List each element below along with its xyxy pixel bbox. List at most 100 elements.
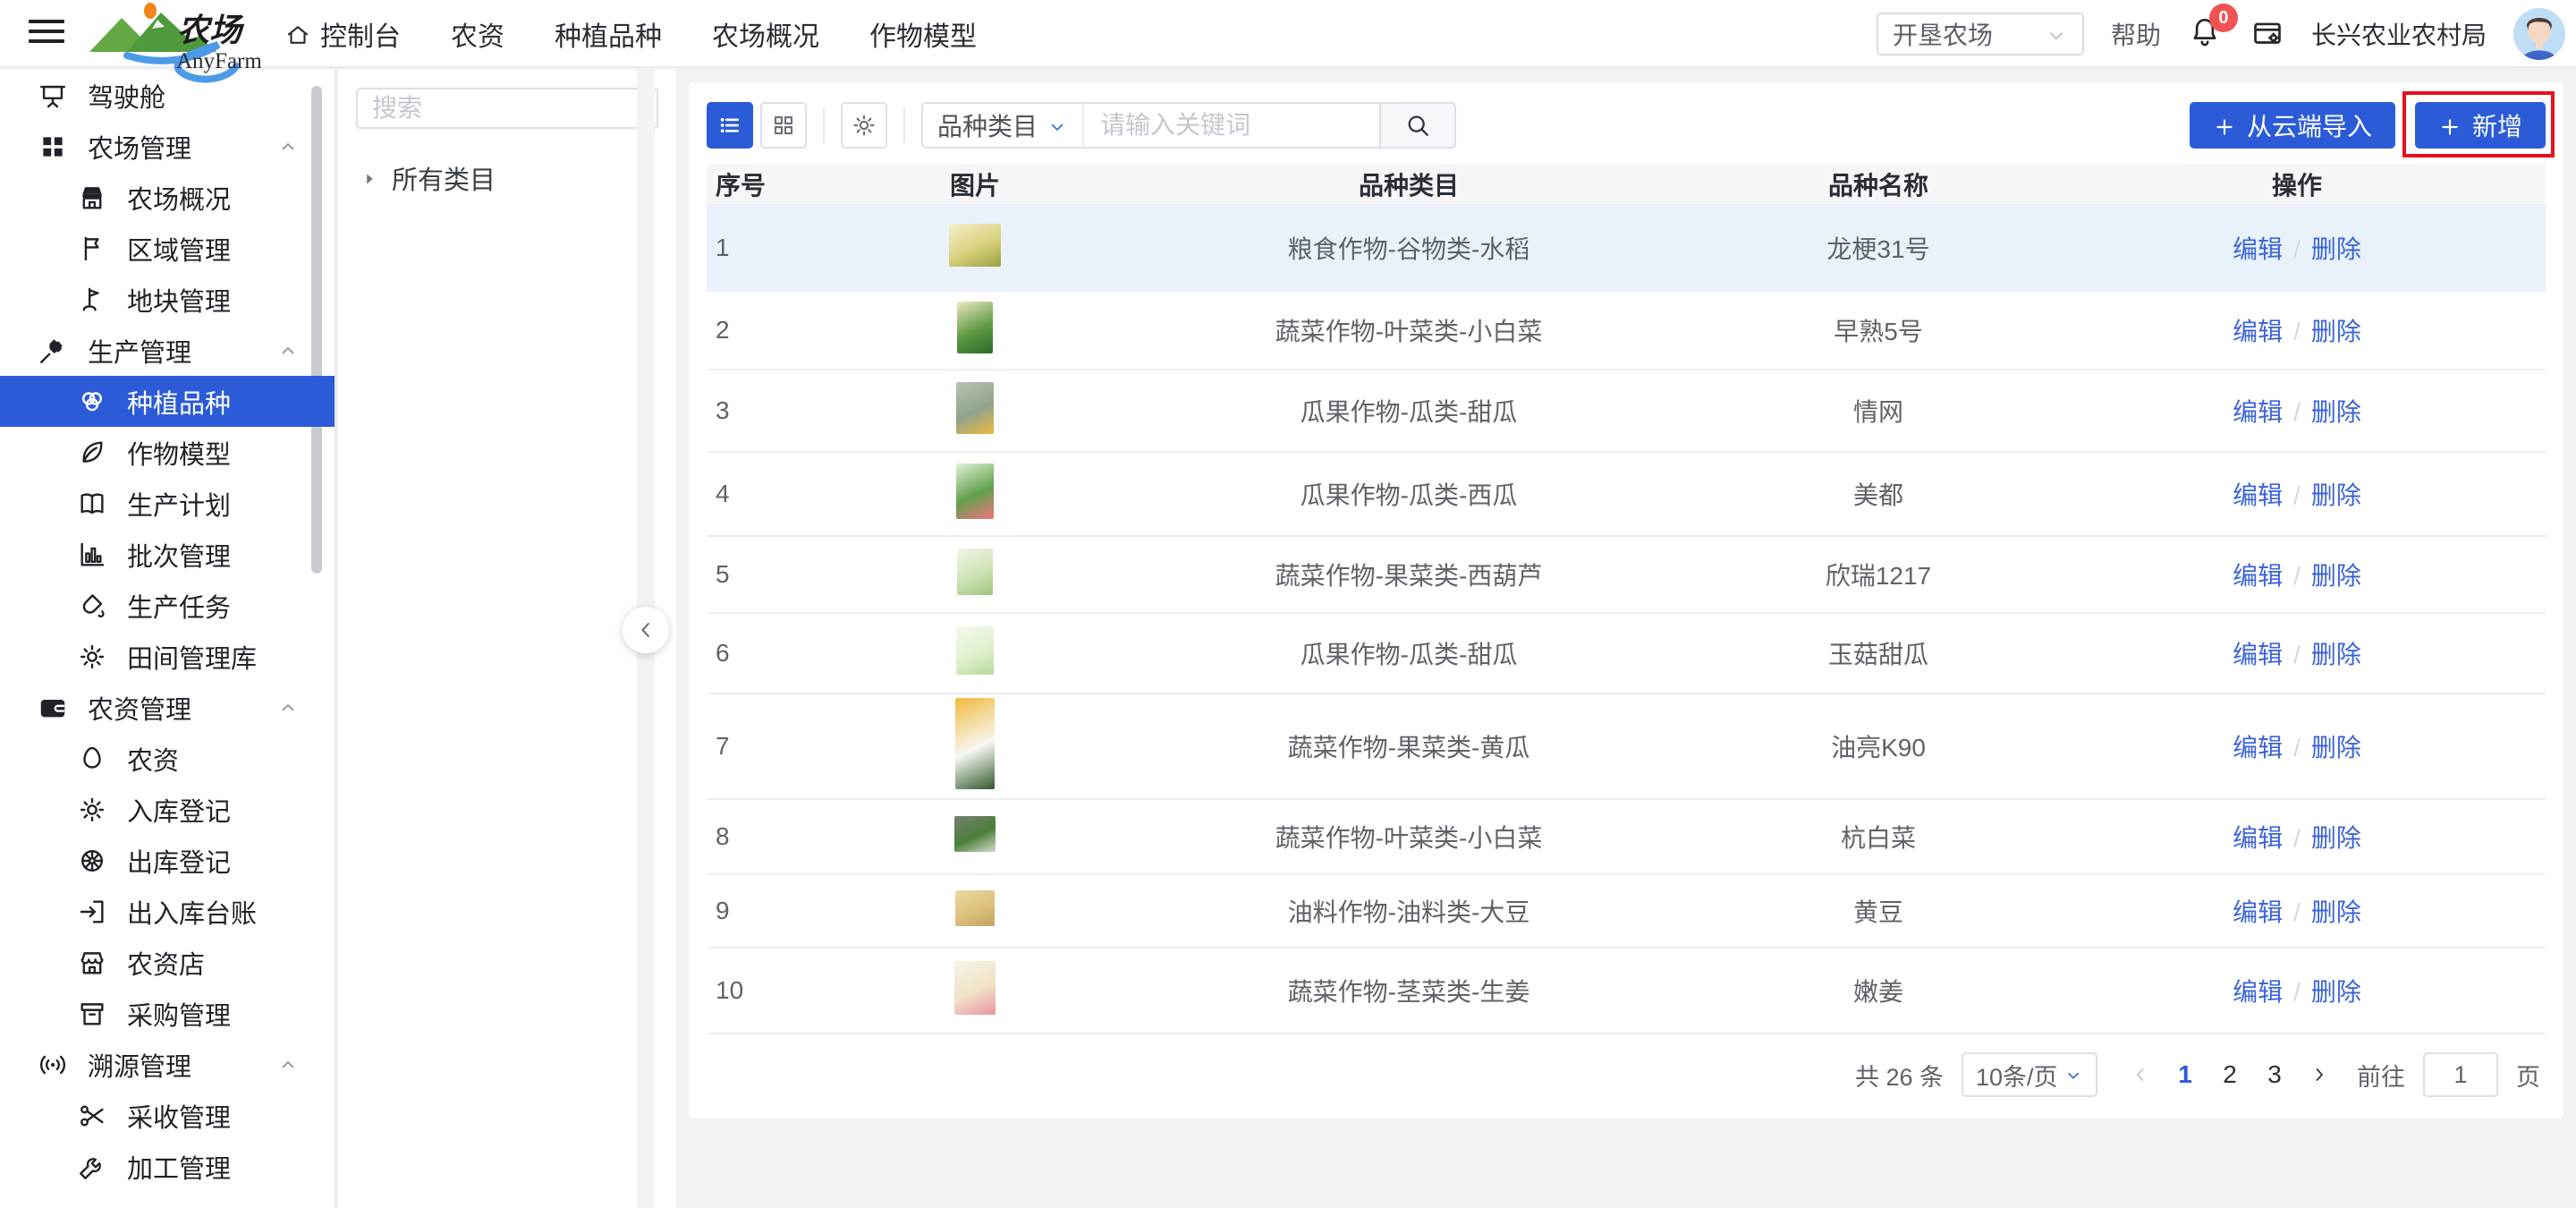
bokchoy-dark-photo[interactable] bbox=[954, 816, 996, 852]
tree-node-all-categories[interactable]: 所有类目 bbox=[338, 159, 676, 197]
nav-item-2[interactable]: 农资 bbox=[451, 14, 504, 54]
chart-icon bbox=[77, 539, 107, 569]
cell-image bbox=[841, 698, 1109, 795]
sidebar-item-outbound-reg[interactable]: 出库登记 bbox=[0, 835, 335, 886]
sidebar-item-production-task[interactable]: 生产任务 bbox=[0, 580, 335, 631]
delete-link[interactable]: 删除 bbox=[2311, 481, 2361, 509]
nav-item-4[interactable]: 农场概况 bbox=[712, 14, 819, 54]
shop-icon bbox=[77, 947, 107, 977]
next-page-button[interactable] bbox=[2300, 1054, 2339, 1095]
muskmelon-photo[interactable] bbox=[956, 382, 994, 434]
delete-link[interactable]: 删除 bbox=[2311, 562, 2361, 590]
sidebar-item-agri-store[interactable]: 农资店 bbox=[0, 937, 335, 988]
goto-page-input[interactable] bbox=[2423, 1052, 2498, 1097]
farm-select-dropdown[interactable]: 开垦农场 bbox=[1877, 13, 2084, 55]
cell-category: 蔬菜作物-果菜类-黄瓜 bbox=[1109, 728, 1708, 764]
sidebar-item-agri-input[interactable]: 农资 bbox=[0, 733, 335, 784]
watermelon-photo[interactable] bbox=[956, 464, 994, 519]
import-from-cloud-button[interactable]: 从云端导入 bbox=[2190, 102, 2395, 149]
cell-image bbox=[841, 549, 1109, 601]
cell-actions: 编辑/删除 bbox=[2048, 312, 2546, 348]
nav-item-1[interactable]: 控制台 bbox=[284, 14, 401, 54]
sidebar-item-crop-model[interactable]: 作物模型 bbox=[0, 427, 335, 478]
ginger-photo[interactable] bbox=[954, 961, 996, 1015]
sidebar-item-production-plan[interactable]: 生产计划 bbox=[0, 478, 335, 529]
delete-link[interactable]: 删除 bbox=[2311, 898, 2361, 926]
delete-link[interactable]: 删除 bbox=[2311, 824, 2361, 852]
top-bar: 农场 AnyFarm 控制台农资种植品种农场概况作物模型 开垦农场 帮助 0 长… bbox=[0, 0, 2576, 68]
sidebar-item-inout-ledger[interactable]: 出入库台账 bbox=[0, 886, 335, 937]
plus-icon bbox=[2213, 111, 2236, 140]
sidebar-item-production-mgmt[interactable]: 生产管理 bbox=[0, 325, 335, 376]
sidebar-item-planting-variety[interactable]: 种植品种 bbox=[0, 376, 335, 427]
delete-link[interactable]: 删除 bbox=[2311, 978, 2361, 1006]
delete-link[interactable]: 删除 bbox=[2311, 318, 2361, 345]
edit-link[interactable]: 编辑 bbox=[2233, 398, 2283, 426]
sidebar-item-area-mgmt[interactable]: 区域管理 bbox=[0, 223, 335, 274]
edit-link[interactable]: 编辑 bbox=[2233, 734, 2283, 761]
rice-photo[interactable] bbox=[949, 224, 1001, 267]
grid-view-icon bbox=[770, 112, 797, 139]
nav-item-5[interactable]: 作物模型 bbox=[869, 14, 977, 54]
sidebar-item-farm-overview[interactable]: 农场概况 bbox=[0, 172, 335, 223]
cell-image bbox=[841, 816, 1109, 858]
hammer-icon bbox=[38, 335, 68, 365]
toolbar: 品种类目 从云端导入 新增 bbox=[689, 82, 2563, 165]
variety-table: 序号图片品种类目品种名称操作 1粮食作物-谷物类-水稻龙梗31号编辑/删除2蔬菜… bbox=[707, 165, 2546, 1034]
sidebar-item-plot-mgmt[interactable]: 地块管理 bbox=[0, 274, 335, 325]
sidebar-item-harvest-mgmt[interactable]: 采收管理 bbox=[0, 1090, 335, 1141]
pale-melon-photo[interactable] bbox=[956, 626, 994, 675]
table-row-1: 1粮食作物-谷物类-水稻龙梗31号编辑/删除 bbox=[707, 206, 2546, 292]
nav-item-3[interactable]: 种植品种 bbox=[555, 14, 662, 54]
bokchoy-photo[interactable] bbox=[957, 302, 993, 353]
column-header-4: 品种名称 bbox=[1708, 166, 2048, 202]
sidebar-item-agri-input-mgmt[interactable]: 农资管理 bbox=[0, 682, 335, 733]
console-settings-icon[interactable] bbox=[2250, 17, 2284, 51]
page-size-select[interactable]: 10条/页 bbox=[1962, 1052, 2097, 1097]
tree-search-input[interactable] bbox=[356, 88, 658, 129]
delete-link[interactable]: 删除 bbox=[2311, 734, 2361, 761]
edit-link[interactable]: 编辑 bbox=[2233, 235, 2283, 263]
edit-link[interactable]: 编辑 bbox=[2233, 641, 2283, 668]
cell-index: 8 bbox=[707, 822, 841, 851]
edit-link[interactable]: 编辑 bbox=[2233, 318, 2283, 345]
edit-link[interactable]: 编辑 bbox=[2233, 562, 2283, 590]
sidebar-item-batch-mgmt[interactable]: 批次管理 bbox=[0, 529, 335, 580]
cucumber-seed-packet-photo[interactable] bbox=[955, 698, 995, 789]
hamburger-menu-icon[interactable] bbox=[29, 20, 64, 48]
page-number-button-1[interactable]: 1 bbox=[2165, 1054, 2205, 1095]
cell-actions: 编辑/删除 bbox=[2048, 635, 2546, 671]
search-button[interactable] bbox=[1379, 102, 1456, 149]
page-number-button-2[interactable]: 2 bbox=[2210, 1054, 2250, 1095]
edit-link[interactable]: 编辑 bbox=[2233, 481, 2283, 509]
sidebar-item-trace-mgmt[interactable]: 溯源管理 bbox=[0, 1039, 335, 1090]
sidebar-item-field-mgmt-lib[interactable]: 田间管理库 bbox=[0, 631, 335, 682]
keyword-search-input[interactable] bbox=[1084, 102, 1379, 149]
cell-name: 龙梗31号 bbox=[1708, 230, 2048, 266]
sidebar-item-farm-mgmt[interactable]: 农场管理 bbox=[0, 121, 335, 172]
list-view-button[interactable] bbox=[707, 102, 753, 149]
cell-image bbox=[841, 302, 1109, 360]
panel-collapse-button[interactable] bbox=[623, 607, 669, 653]
category-filter-select[interactable]: 品种类目 bbox=[921, 102, 1084, 149]
delete-link[interactable]: 删除 bbox=[2311, 235, 2361, 263]
user-avatar[interactable] bbox=[2513, 8, 2565, 60]
help-link[interactable]: 帮助 bbox=[2111, 16, 2161, 52]
edit-link[interactable]: 编辑 bbox=[2233, 824, 2283, 852]
grid-view-button[interactable] bbox=[760, 102, 807, 149]
sidebar-item-purchase-mgmt[interactable]: 采购管理 bbox=[0, 988, 335, 1039]
edit-link[interactable]: 编辑 bbox=[2233, 898, 2283, 926]
add-new-button[interactable]: 新增 bbox=[2415, 102, 2546, 149]
prev-page-button[interactable] bbox=[2121, 1054, 2160, 1095]
delete-link[interactable]: 删除 bbox=[2311, 398, 2361, 426]
delete-link[interactable]: 删除 bbox=[2311, 641, 2361, 668]
sidebar-item-processing-mgmt[interactable]: 加工管理 bbox=[0, 1141, 335, 1192]
notification-bell-button[interactable]: 0 bbox=[2188, 14, 2224, 54]
soybean-photo[interactable] bbox=[955, 890, 995, 926]
screen-icon bbox=[38, 80, 68, 110]
page-number-button-3[interactable]: 3 bbox=[2255, 1054, 2294, 1095]
sidebar-item-inbound-reg[interactable]: 入库登记 bbox=[0, 784, 335, 835]
column-settings-button[interactable] bbox=[841, 102, 887, 149]
zucchini-photo[interactable] bbox=[957, 549, 993, 595]
edit-link[interactable]: 编辑 bbox=[2233, 978, 2283, 1006]
